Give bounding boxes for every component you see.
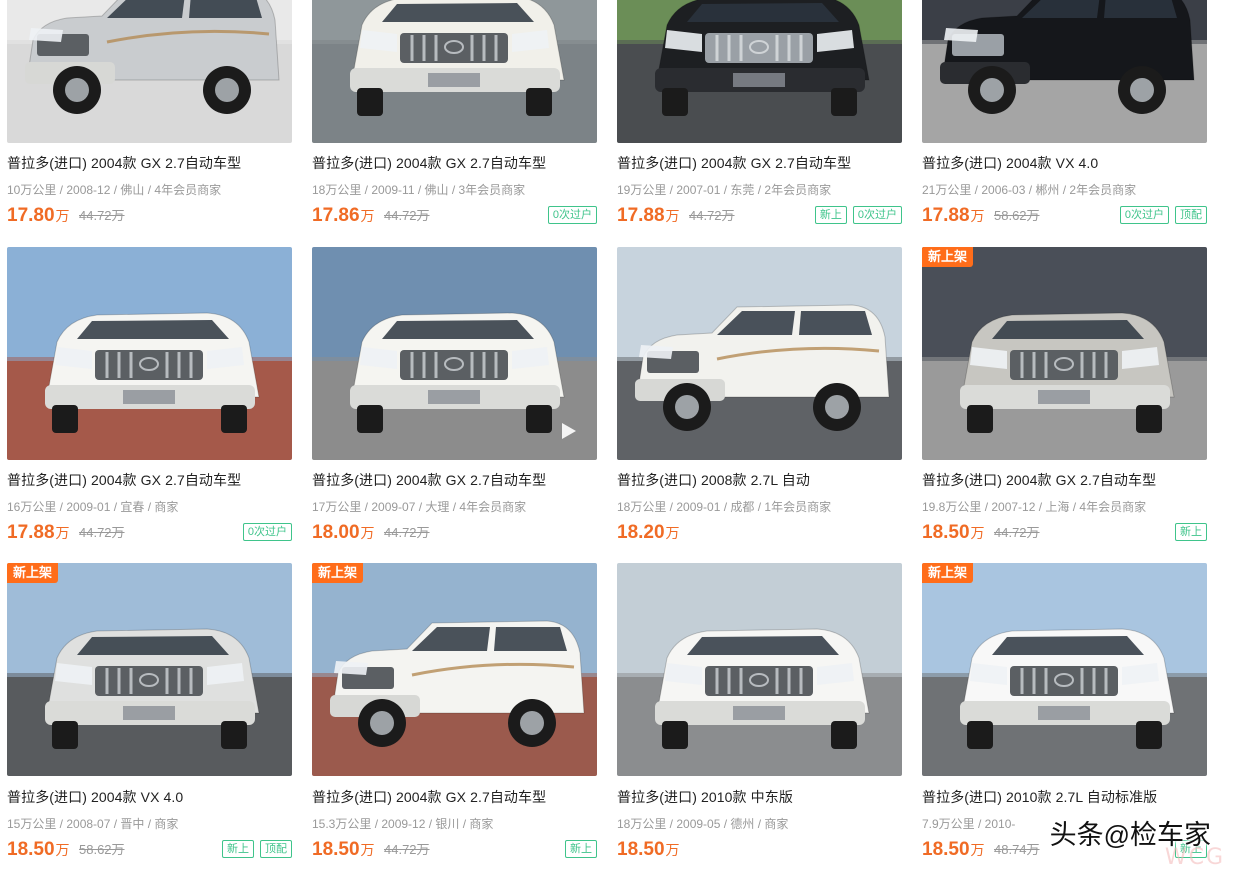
listing-title[interactable]: 普拉多(进口) 2010款 中东版 — [617, 787, 793, 807]
listing-meta: 15万公里 / 2008-07 / 晋中 / 商家 — [7, 817, 179, 831]
listing-card[interactable]: 新上架普拉多(进口) 2004款 GX 2.7自动车型 15.3万公里 / 200… — [312, 0, 597, 874]
listing-price: 18.50万 — [617, 839, 680, 861]
listing-price: 18.50万 — [7, 839, 70, 861]
price-unit: 万 — [970, 842, 985, 858]
listing-meta: 18万公里 / 2009-05 / 德州 / 商家 — [617, 817, 789, 831]
price-unit: 万 — [55, 842, 70, 858]
car-photo[interactable]: 新上架 — [7, 563, 292, 776]
price-row: 18.50万 — [617, 835, 902, 861]
price-row: 18.50万 58.62万 新上 顶配 — [7, 835, 292, 861]
new-listing-tag: 新上架 — [7, 563, 59, 583]
listing-card[interactable]: 新上架普拉多(进口) 2004款 VX 4.0 15万公里 / 2008-07 /… — [7, 0, 292, 874]
listing-title[interactable]: 普拉多(进口) 2004款 GX 2.7自动车型 — [312, 787, 546, 807]
price-value: 18.50 — [617, 839, 665, 860]
new-listing-tag: 新上架 — [312, 563, 364, 583]
listing-title[interactable]: 普拉多(进口) 2004款 VX 4.0 — [7, 787, 183, 807]
listing-grid: 普拉多(进口) 2004款 GX 2.7自动车型 10万公里 / 2008-12 … — [0, 0, 1233, 874]
car-photo[interactable]: 新上架 — [312, 563, 597, 776]
original-price: 48.74万 — [994, 842, 1040, 857]
listing-badge: 新上 — [222, 840, 254, 858]
price-unit: 万 — [360, 842, 375, 858]
listing-meta: 7.9万公里 / 2010- — [922, 817, 1016, 831]
car-photo[interactable]: 新上架 — [922, 563, 1207, 776]
listing-card[interactable]: 普拉多(进口) 2010款 中东版 18万公里 / 2009-05 / 德州 / … — [617, 0, 902, 874]
original-price: 44.72万 — [384, 842, 430, 857]
listing-card[interactable]: 新上架普拉多(进口) 2010款 2.7L 自动标准版 7.9万公里 / 2010… — [922, 0, 1207, 874]
faint-watermark: WCG — [1164, 845, 1225, 870]
price-value: 18.50 — [922, 839, 970, 860]
badge-group: 新上 顶配 — [222, 840, 292, 858]
price-value: 18.50 — [312, 839, 360, 860]
price-value: 18.50 — [7, 839, 55, 860]
badge-group: 新上 — [565, 840, 597, 858]
car-photo[interactable] — [617, 563, 902, 776]
listing-badge: 新上 — [565, 840, 597, 858]
listing-badge: 顶配 — [260, 840, 292, 858]
original-price: 58.62万 — [79, 842, 125, 857]
listing-price: 18.50万 — [312, 839, 375, 861]
price-row: 18.50万 44.72万 新上 — [312, 835, 597, 861]
listing-meta: 15.3万公里 / 2009-12 / 银川 / 商家 — [312, 817, 494, 831]
listing-title[interactable]: 普拉多(进口) 2010款 2.7L 自动标准版 — [922, 787, 1157, 807]
price-unit: 万 — [665, 842, 680, 858]
new-listing-tag: 新上架 — [922, 563, 974, 583]
listing-price: 18.50万 — [922, 839, 985, 861]
